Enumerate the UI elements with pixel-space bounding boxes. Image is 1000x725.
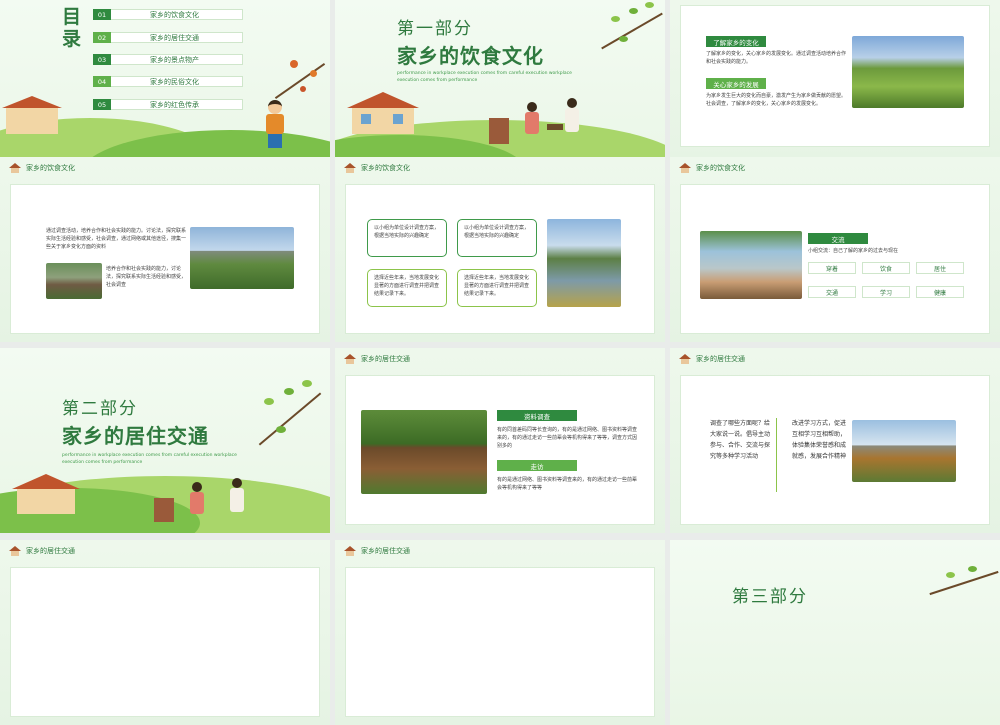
branch-illustration [597, 0, 665, 70]
info-box-1: 以小组为单位设计调查方案，根据当地实际的兴趣确定 [367, 219, 447, 257]
paragraph-1: 通过调查活动，培养合作和社会实践的能力。讨论法，探究联系实际生活经验和感受，社会… [46, 228, 187, 250]
river-village-photo [547, 219, 621, 307]
exchange-bar: 交流 [808, 233, 868, 244]
toc-label-1: 家乡的饮食文化 [150, 10, 199, 19]
column-divider [776, 418, 777, 492]
branch-illustration [270, 50, 330, 110]
content-card [345, 567, 655, 717]
house-icon [8, 163, 22, 173]
slide-food-3[interactable]: 家乡的饮食文化 交流 小组交流：自己了解的家乡的过去与现在 穿着 饮食 居住 交… [670, 157, 1000, 342]
section-text-1: 有的同首差码同等长查询的，有的是通过网络、图书资料等调查来的，有的通过走访一些前… [497, 427, 638, 449]
house-icon [8, 546, 22, 556]
house-illustration [2, 96, 62, 134]
tag-clothing: 穿着 [808, 262, 856, 274]
column-right-text: 改进学习方式，促进互相学习互相帮助，体验集体荣誉感和成就感，发展合作精神 [792, 420, 847, 460]
cabin-photo [361, 410, 487, 494]
toc-label-5: 家乡的红色传承 [150, 100, 199, 109]
section-bar-1: 资料调查 [497, 410, 577, 421]
header-label: 家乡的居住交通 [361, 355, 410, 363]
info-box-3: 选择近些年来，当地发展变化显著的方面进行调查并把调查结果记录下来。 [367, 269, 447, 307]
family-illustration [150, 478, 260, 526]
header-label: 家乡的饮食文化 [26, 164, 75, 172]
slide-food-2[interactable]: 家乡的饮食文化 以小组为单位设计调查方案，根据当地实际的兴趣确定 以小组为单位设… [335, 157, 665, 342]
slide-header: 家乡的居住交通 [678, 354, 745, 364]
tag-transport: 交通 [808, 286, 856, 298]
section-text-2: 有的是通过网络、图书资料等调查来的，有的通过走访一些前辈会等机构得来了等等 [497, 477, 638, 491]
toc-bar-4[interactable]: 家乡的民俗文化 [93, 76, 243, 87]
paragraph-2: 培养合作和社会实践的能力，讨论法，探究联系实际生活经验和感受，社会调查 [106, 266, 187, 288]
info-box-2: 以小组为单位设计调查方案，根据当地实际的兴趣确定 [457, 219, 537, 257]
header-label: 家乡的饮食文化 [361, 164, 410, 172]
branch-illustration [928, 562, 1000, 602]
toc-num-1: 01 [93, 9, 111, 20]
family-illustration [485, 98, 595, 148]
slide-traffic-3[interactable]: 家乡的居住交通 [0, 540, 330, 725]
part-number: 第二部分 [62, 399, 138, 419]
mountain-village-photo [852, 420, 956, 482]
header-label: 家乡的居住交通 [696, 355, 745, 363]
slide-header: 家乡的居住交通 [343, 546, 410, 556]
header-label: 家乡的居住交通 [26, 547, 75, 555]
content-card [10, 567, 320, 717]
slide-header: 家乡的居住交通 [8, 546, 75, 556]
mountain-village-photo [190, 227, 294, 289]
toc-num-2: 02 [93, 32, 111, 43]
toc-bar-3[interactable]: 家乡的景点物产 [93, 54, 243, 65]
section-bar-1: 了解家乡的变化 [706, 36, 766, 47]
branch-illustration [250, 378, 330, 468]
garden-photo [852, 36, 964, 108]
header-label: 家乡的饮食文化 [696, 164, 745, 172]
slide-header: 家乡的饮食文化 [8, 163, 75, 173]
info-box-4: 选择近些年来，当地发展变化显著的方面进行调查并把调查结果记录下来。 [457, 269, 537, 307]
tag-health: 健康 [916, 286, 964, 298]
slide-part2[interactable]: 第二部分 家乡的居住交通 performance in workplace ex… [0, 348, 330, 533]
slide-header: 家乡的饮食文化 [343, 163, 410, 173]
part-subtitle-line1: performance in workplace execution comes… [397, 71, 572, 76]
house-icon [678, 354, 692, 364]
section-bar-2: 走访 [497, 460, 577, 471]
house-icon [343, 546, 357, 556]
slide-traffic-2[interactable]: 家乡的居住交通 调查了哪些方面呢？给大家说一说。倡导主动参与、合作、交流与探究等… [670, 348, 1000, 533]
tag-housing: 居住 [916, 262, 964, 274]
slide-food-1[interactable]: 家乡的饮食文化 通过调查活动，培养合作和社会实践的能力。讨论法，探究联系实际生活… [0, 157, 330, 342]
part-number: 第一部分 [397, 19, 473, 39]
toc-num-5: 05 [93, 99, 111, 110]
part-subtitle-line1: performance in workplace execution comes… [62, 453, 237, 458]
slide-traffic-1[interactable]: 家乡的居住交通 资料调查 有的同首差码同等长查询的，有的是通过网络、图书资料等调… [335, 348, 665, 533]
section-text-1: 了解家乡的变化，关心家乡的发展变化。通过调查活动培养合作和社会实践的能力。 [706, 51, 847, 65]
resort-photo [700, 231, 802, 299]
part-subtitle-line2: execution comes from performance [397, 78, 478, 83]
toc-label-3: 家乡的景点物产 [150, 55, 199, 64]
column-left-text: 调查了哪些方面呢？给大家说一说。倡导主动参与、合作、交流与探究等多种学习活动 [710, 420, 771, 460]
toc-num-4: 04 [93, 76, 111, 87]
toc-label-4: 家乡的民俗文化 [150, 77, 199, 86]
house-illustration [347, 92, 419, 134]
slide-header: 家乡的居住交通 [343, 354, 410, 364]
header-label: 家乡的居住交通 [361, 547, 410, 555]
toc-title: 目录 [62, 6, 82, 50]
toc-bar-2[interactable]: 家乡的居住交通 [93, 32, 243, 43]
house-icon [343, 163, 357, 173]
exchange-desc: 小组交流：自己了解的家乡的过去与现在 [808, 248, 899, 254]
toc-label-2: 家乡的居住交通 [150, 33, 199, 42]
section-bar-2: 关心家乡的发展 [706, 78, 766, 89]
house-illustration [12, 474, 80, 514]
part-title: 家乡的饮食文化 [397, 44, 544, 68]
part-number: 第三部分 [732, 587, 808, 607]
tag-food: 饮食 [862, 262, 910, 274]
slide-traffic-4[interactable]: 家乡的居住交通 [335, 540, 665, 725]
section-text-2: 为家乡发生巨大的变化而自豪，激发产生为家乡做贡献的愿望。社会调查，了解家乡的变化… [706, 93, 847, 107]
house-icon [678, 163, 692, 173]
house-icon [343, 354, 357, 364]
village-photo [46, 263, 102, 299]
toc-bar-1[interactable]: 家乡的饮食文化 [93, 9, 243, 20]
part-subtitle-line2: execution comes from performance [62, 460, 143, 465]
tag-study: 学习 [862, 286, 910, 298]
toc-num-3: 03 [93, 54, 111, 65]
toc-bar-5[interactable]: 家乡的红色传承 [93, 99, 243, 110]
part-title: 家乡的居住交通 [62, 424, 209, 448]
slide-part3[interactable]: 第三部分 [670, 540, 1000, 725]
slide-header: 家乡的饮食文化 [678, 163, 745, 173]
